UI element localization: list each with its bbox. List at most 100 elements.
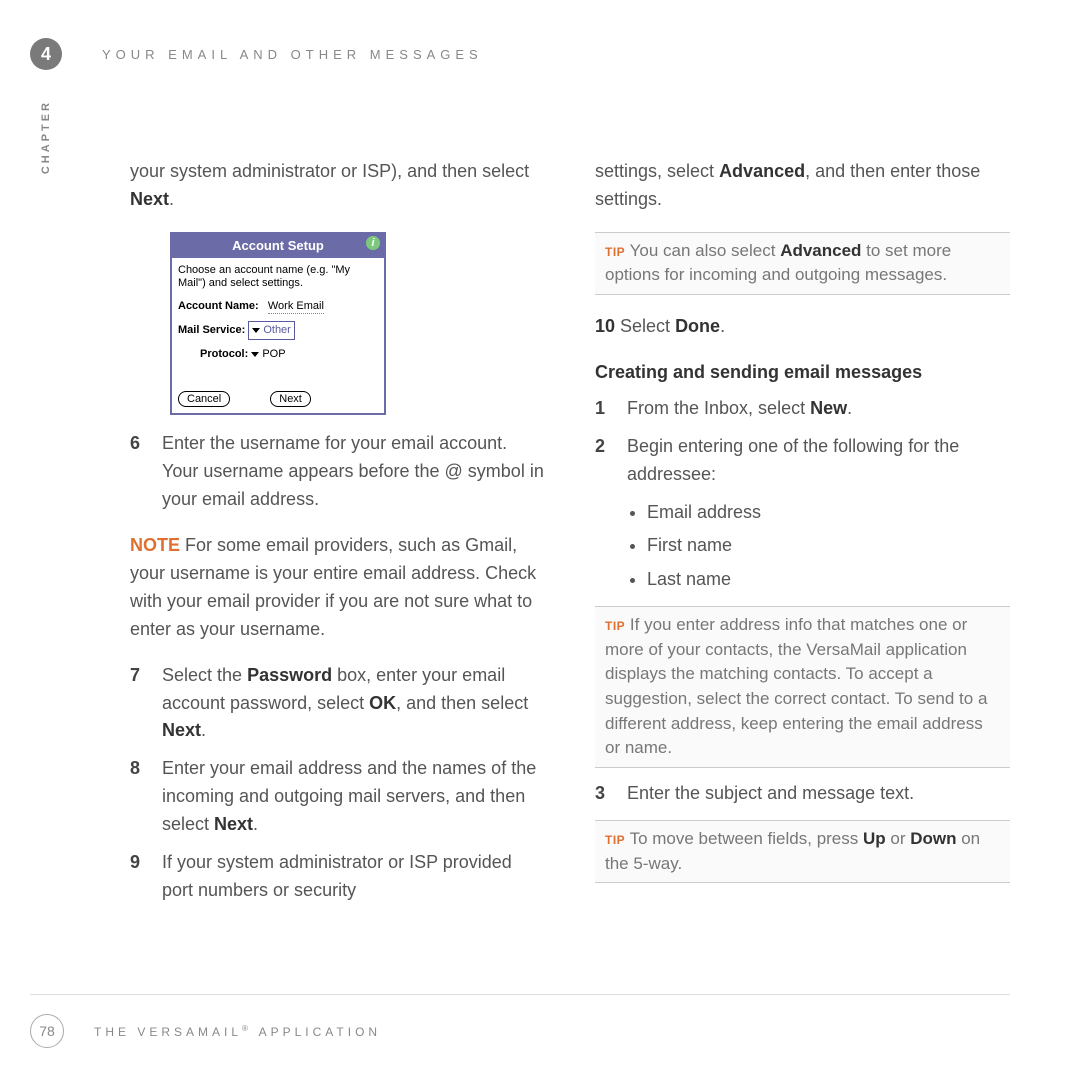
text: . [720, 316, 725, 336]
text: Select the [162, 665, 247, 685]
bold-ok: OK [369, 693, 396, 713]
text: your system administrator or ISP), and t… [130, 161, 529, 181]
bold-advanced: Advanced [780, 241, 861, 260]
tip-box-1: TIP You can also select Advanced to set … [595, 232, 1010, 295]
cancel-button[interactable]: Cancel [178, 391, 230, 407]
step-number: 8 [130, 755, 162, 839]
tip-text: If you enter address info that matches o… [605, 615, 987, 757]
chapter-number-badge: 4 [30, 38, 62, 70]
registered-icon: ® [242, 1024, 252, 1033]
tip-label: TIP [605, 245, 625, 259]
step-text: Enter the subject and message text. [627, 780, 914, 808]
bold-down: Down [910, 829, 956, 848]
intro-paragraph: your system administrator or ISP), and t… [130, 158, 545, 214]
tip-label: TIP [605, 833, 625, 847]
note-paragraph: NOTE For some email providers, such as G… [130, 532, 545, 644]
continuation-paragraph: settings, select Advanced, and then ente… [595, 158, 1010, 214]
account-setup-screenshot: Account Setup i Choose an account name (… [170, 232, 386, 416]
bold-new: New [810, 398, 847, 418]
text: You can also select [625, 241, 780, 260]
step-number: 10 [595, 316, 615, 336]
section-heading: Creating and sending email messages [595, 359, 1010, 387]
step-8: 8 Enter your email address and the names… [130, 755, 545, 839]
addressee-bullets: Email address First name Last name [625, 499, 1010, 595]
mail-service-dropdown[interactable]: Other [248, 321, 295, 340]
text: . [169, 189, 174, 209]
footer-title: THE VERSAMAIL® APPLICATION [94, 1024, 381, 1039]
bold-advanced: Advanced [719, 161, 805, 181]
step-number: 1 [595, 395, 627, 423]
step-text: If your system administrator or ISP prov… [162, 849, 545, 905]
chapter-side-label: CHAPTER [40, 100, 52, 174]
bold-done: Done [675, 316, 720, 336]
footer-divider [30, 994, 1010, 995]
mail-service-label: Mail Service: [178, 324, 245, 336]
step-text: Begin entering one of the following for … [627, 433, 1010, 489]
bold-password: Password [247, 665, 332, 685]
tip-box-3: TIP To move between fields, press Up or … [595, 820, 1010, 883]
text: THE VERSAMAIL [94, 1025, 242, 1039]
step-number: 9 [130, 849, 162, 905]
bold-up: Up [863, 829, 886, 848]
screenshot-body: Choose an account name (e.g. "My Mail") … [172, 258, 384, 414]
step-text: Enter your email address and the names o… [162, 755, 545, 839]
step-number: 3 [595, 780, 627, 808]
account-name-value[interactable]: Work Email [268, 300, 324, 314]
text: Select [615, 316, 675, 336]
header-title: YOUR EMAIL AND OTHER MESSAGES [102, 47, 483, 62]
page-number-badge: 78 [30, 1014, 64, 1048]
tip-box-2: TIP If you enter address info that match… [595, 606, 1010, 768]
bullet-item: Last name [647, 566, 1010, 594]
protocol-label: Protocol: [200, 348, 248, 360]
step-text: From the Inbox, select New. [627, 395, 852, 423]
step-number: 2 [595, 433, 627, 489]
substep-2: 2 Begin entering one of the following fo… [595, 433, 1010, 489]
info-icon[interactable]: i [366, 236, 380, 250]
protocol-dropdown[interactable]: POP [251, 346, 285, 363]
text: From the Inbox, select [627, 398, 810, 418]
account-name-row: Account Name: Work Email [178, 298, 378, 315]
text: . [847, 398, 852, 418]
account-name-label: Account Name: [178, 300, 259, 312]
text: . [201, 720, 206, 740]
screenshot-titlebar: Account Setup i [172, 234, 384, 258]
left-column: your system administrator or ISP), and t… [130, 140, 545, 915]
bullet-item: Email address [647, 499, 1010, 527]
step-9: 9 If your system administrator or ISP pr… [130, 849, 545, 905]
bold-next: Next [162, 720, 201, 740]
tip-label: TIP [605, 619, 625, 633]
step-text: Select the Password box, enter your emai… [162, 662, 545, 746]
page-footer: 78 THE VERSAMAIL® APPLICATION [30, 1014, 381, 1048]
text: or [886, 829, 911, 848]
protocol-value: POP [262, 346, 285, 363]
chevron-down-icon [251, 352, 259, 357]
main-content: your system administrator or ISP), and t… [130, 140, 1010, 915]
substep-1: 1 From the Inbox, select New. [595, 395, 1010, 423]
text: . [253, 814, 258, 834]
screenshot-title-text: Account Setup [232, 238, 324, 253]
substep-3: 3 Enter the subject and message text. [595, 780, 1010, 808]
step-6: 6 Enter the username for your email acco… [130, 430, 545, 514]
note-label: NOTE [130, 535, 180, 555]
chevron-down-icon [252, 328, 260, 333]
step-number: 7 [130, 662, 162, 746]
text: , and then select [396, 693, 528, 713]
mail-service-value: Other [263, 322, 291, 339]
screenshot-hint: Choose an account name (e.g. "My Mail") … [178, 264, 378, 290]
bold-next: Next [130, 189, 169, 209]
next-button[interactable]: Next [270, 391, 311, 407]
right-column: settings, select Advanced, and then ente… [595, 140, 1010, 915]
bold-next: Next [214, 814, 253, 834]
text: APPLICATION [252, 1025, 381, 1039]
step-text: Enter the username for your email accoun… [162, 430, 545, 514]
page-header: 4 YOUR EMAIL AND OTHER MESSAGES [30, 38, 483, 70]
note-text: For some email providers, such as Gmail,… [130, 535, 536, 639]
mail-service-row: Mail Service: Other [178, 321, 378, 340]
text: To move between fields, press [625, 829, 863, 848]
protocol-row: Protocol: POP [178, 346, 378, 363]
bullet-item: First name [647, 532, 1010, 560]
text: settings, select [595, 161, 719, 181]
step-10: 10 Select Done. [595, 313, 1010, 341]
step-7: 7 Select the Password box, enter your em… [130, 662, 545, 746]
step-number: 6 [130, 430, 162, 514]
